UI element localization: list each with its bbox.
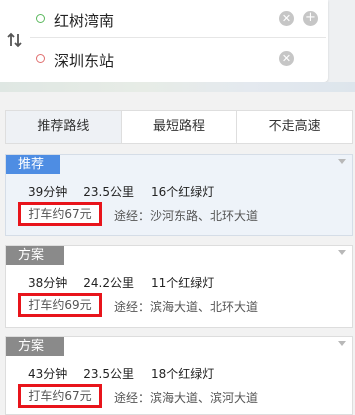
route-tag: 推荐 — [6, 155, 60, 174]
route-time: 43分钟 — [28, 367, 68, 381]
expand-caret-icon[interactable] — [338, 250, 346, 255]
taxi-fare: 打车约67元 — [18, 202, 102, 226]
route-time: 39分钟 — [28, 185, 68, 199]
tab-no-highway[interactable]: 不走高速 — [236, 111, 353, 143]
route-stats: 43分钟 23.5公里 18个红绿灯 — [28, 365, 230, 382]
swap-icon[interactable] — [6, 30, 24, 50]
route-distance: 24.2公里 — [83, 276, 135, 290]
clear-icon[interactable]: ✕ — [279, 11, 294, 26]
route-tag: 方案3 — [6, 337, 64, 373]
end-dot-icon — [36, 54, 45, 63]
expand-caret-icon[interactable] — [338, 341, 346, 346]
route-lights: 16个红绿灯 — [151, 185, 215, 199]
route-option-3[interactable]: 方案3 43分钟 23.5公里 18个红绿灯 打车约67元 途经：滨海大道、滨河大道 — [5, 336, 353, 415]
taxi-fare: 打车约67元 — [18, 384, 102, 408]
route-lights: 11个红绿灯 — [151, 276, 215, 290]
route-lights: 18个红绿灯 — [151, 367, 215, 381]
clear-icon[interactable]: ✕ — [279, 51, 294, 66]
tab-recommended[interactable]: 推荐路线 — [6, 111, 121, 143]
route-tag: 方案2 — [6, 246, 64, 282]
route-stats: 38分钟 24.2公里 11个红绿灯 — [28, 274, 230, 291]
search-panel: 红树湾南 ✕ + 深圳东站 ✕ — [0, 0, 355, 92]
start-dot-icon — [36, 14, 45, 23]
route-distance: 23.5公里 — [83, 185, 135, 199]
start-location[interactable]: 红树湾南 — [54, 10, 114, 31]
route-input-card: 红树湾南 ✕ + 深圳东站 ✕ — [0, 0, 328, 82]
route-distance: 23.5公里 — [83, 367, 135, 381]
tab-shortest[interactable]: 最短路程 — [120, 111, 237, 143]
route-via: 途经：滨海大道、滨河大道 — [114, 391, 259, 405]
end-location[interactable]: 深圳东站 — [54, 50, 114, 71]
route-stats: 39分钟 23.5公里 16个红绿灯 — [28, 183, 230, 200]
route-option-1[interactable]: 推荐 39分钟 23.5公里 16个红绿灯 打车约67元 途经：沙河东路、北环大道 — [5, 154, 353, 236]
map-background — [0, 82, 355, 92]
route-tabs: 推荐路线 最短路程 不走高速 — [5, 110, 353, 144]
route-via: 途经：滨海大道、北环大道 — [114, 300, 259, 314]
add-waypoint-icon[interactable]: + — [303, 11, 318, 26]
route-option-2[interactable]: 方案2 38分钟 24.2公里 11个红绿灯 打车约69元 途经：滨海大道、北环大道 — [5, 245, 353, 328]
taxi-fare: 打车约69元 — [18, 293, 102, 317]
start-field[interactable]: 红树湾南 ✕ + — [30, 0, 326, 38]
expand-caret-icon[interactable] — [338, 159, 346, 164]
route-via: 途经：沙河东路、北环大道 — [114, 209, 259, 223]
end-field[interactable]: 深圳东站 ✕ — [30, 40, 326, 78]
route-time: 38分钟 — [28, 276, 68, 290]
